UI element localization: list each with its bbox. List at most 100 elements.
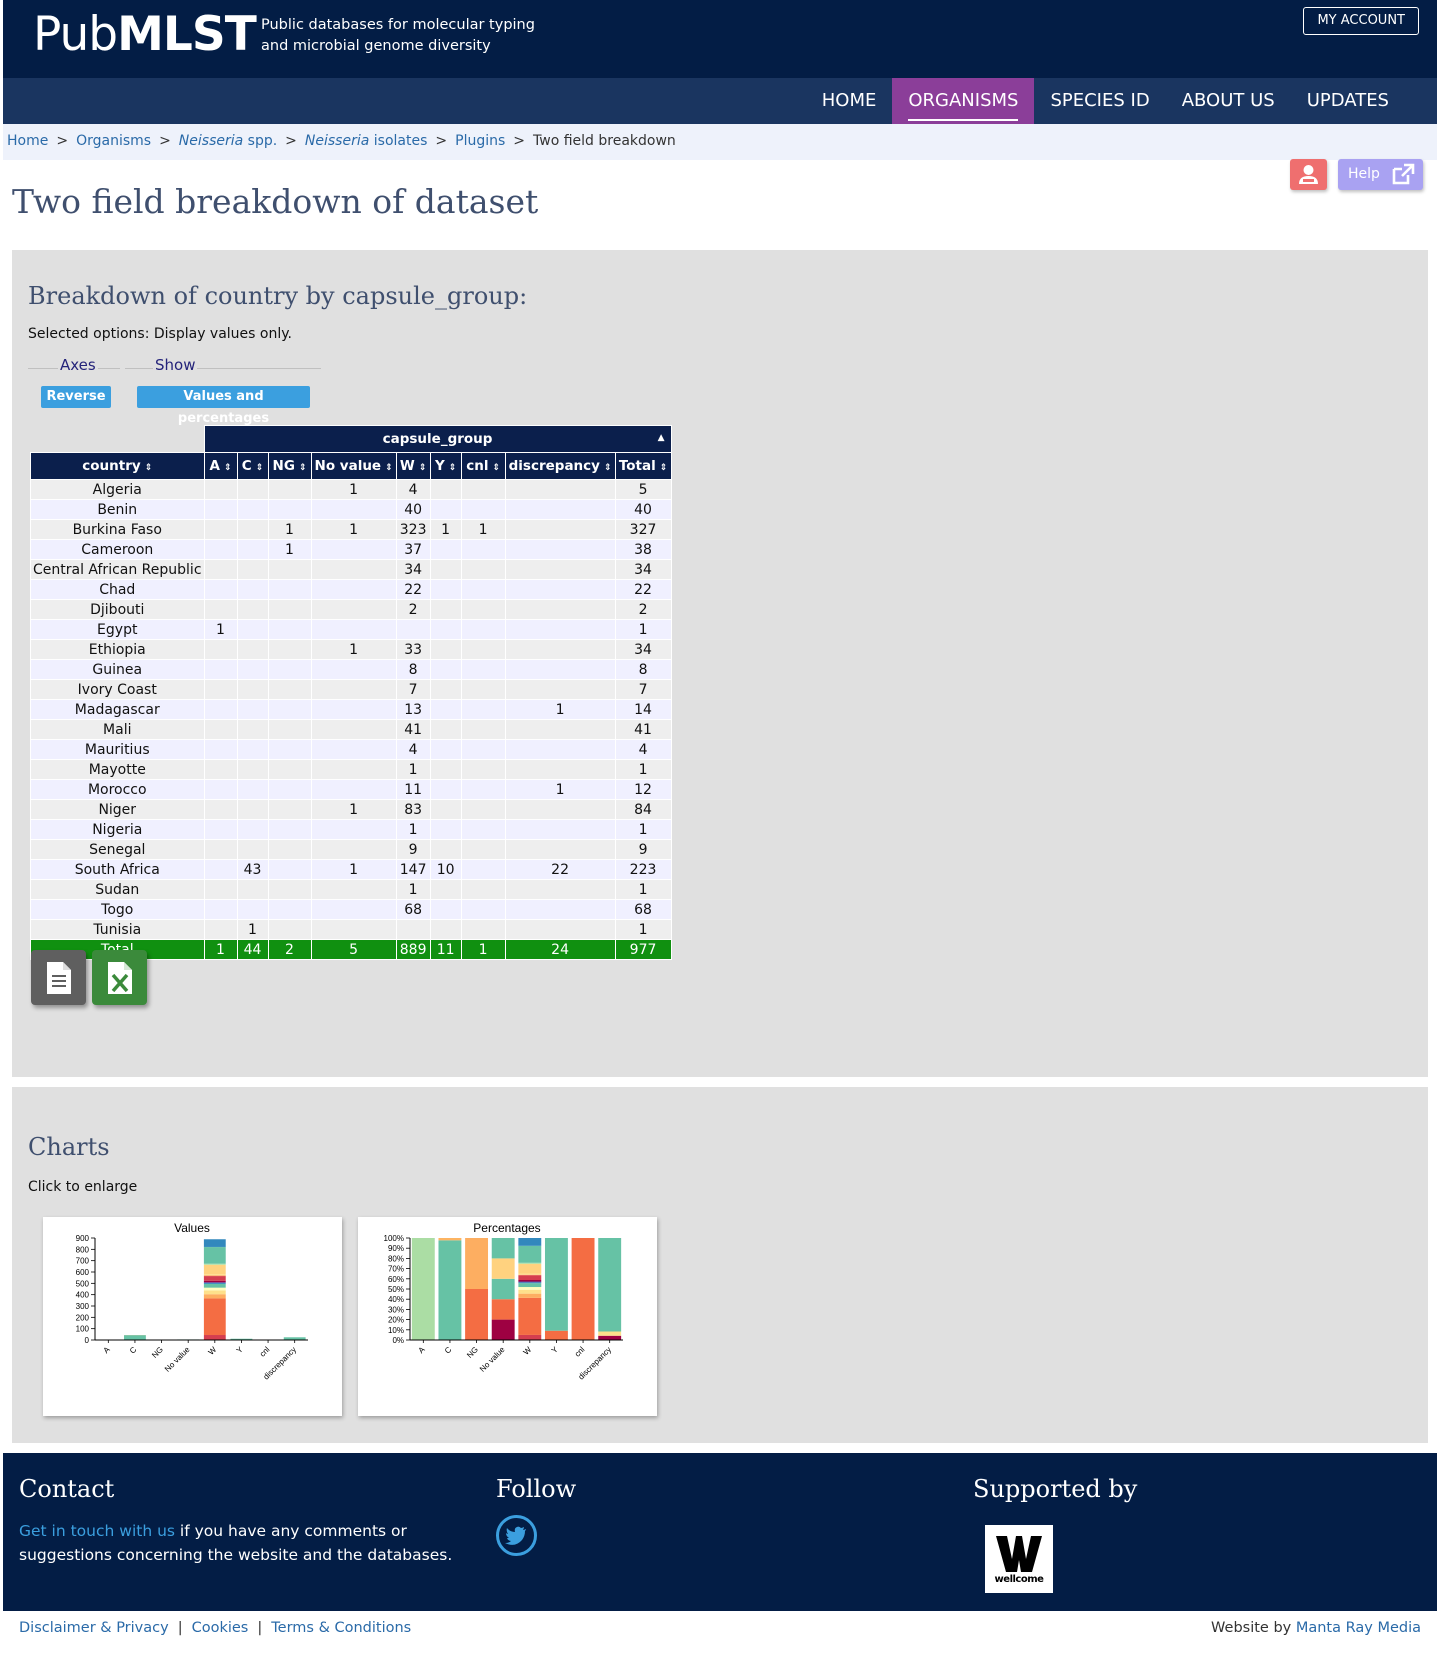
count-cell [236,599,269,620]
count-cell [203,599,238,620]
table-row: Mayotte 1 1 [30,759,672,780]
user-button[interactable] [1290,159,1327,190]
count-cell [504,879,616,900]
count-cell [203,739,238,760]
y-tick-label: 40% [388,1295,404,1304]
count-cell [429,879,462,900]
count-cell [310,879,397,900]
breadcrumb-home[interactable]: Home [7,133,48,149]
count-cell [460,699,506,720]
count-cell: 84 [614,799,672,820]
column-header-no-value[interactable]: No value ⇕ [310,452,397,480]
column-header-cnl[interactable]: cnl ⇕ [460,452,506,480]
count-cell [395,919,431,940]
count-cell [236,559,269,580]
column-header-total[interactable]: Total ⇕ [614,452,672,480]
wellcome-logo[interactable]: wellcome [985,1525,1053,1593]
column-header-ng[interactable]: NG ⇕ [267,452,312,480]
bar-segment [598,1331,622,1336]
y-tick-label: 20% [388,1316,404,1325]
count-cell [267,879,312,900]
bar-segment [491,1319,515,1340]
disclaimer-link[interactable]: Disclaimer & Privacy [19,1620,169,1636]
column-header-a[interactable]: A ⇕ [203,452,238,480]
capsule-group-header[interactable]: capsule_group ▲︎ [203,425,672,453]
count-cell [267,619,312,640]
count-cell [504,599,616,620]
count-cell: 1 [614,619,672,640]
nav-species-id[interactable]: SPECIES ID [1034,78,1165,124]
count-cell [429,739,462,760]
country-cell: Ivory Coast [30,679,205,700]
nav-updates[interactable]: UPDATES [1291,78,1405,124]
bar-segment [598,1335,622,1340]
breadcrumb-current: Two field breakdown [533,133,676,149]
terms-link[interactable]: Terms & Conditions [271,1620,411,1636]
table-row: Egypt 1 1 [30,619,672,640]
count-cell: 4 [395,739,431,760]
breadcrumb-species[interactable]: Neisseria spp. [179,133,277,149]
count-cell: 1 [429,519,462,540]
country-cell: Burkina Faso [30,519,205,540]
nav-organisms[interactable]: ORGANISMS [892,78,1035,124]
export-text-button[interactable] [31,950,86,1005]
count-cell [236,759,269,780]
column-header-w[interactable]: W ⇕ [395,452,431,480]
count-cell [429,659,462,680]
breadcrumb-isolates[interactable]: Neisseria isolates [305,133,427,149]
count-cell: 22 [395,579,431,600]
count-cell [310,779,397,800]
count-cell: 34 [395,559,431,580]
column-header-country[interactable]: country ⇕ [30,452,205,480]
count-cell [236,639,269,660]
sort-icon: ⇕ [448,463,457,473]
manta-ray-link[interactable]: Manta Ray Media [1296,1620,1421,1636]
nav-about-us[interactable]: ABOUT US [1166,78,1291,124]
country-cell: Benin [30,499,205,520]
table-row: Benin 40 40 [30,499,672,520]
count-cell: 4 [614,739,672,760]
contact-link[interactable]: Get in touch with us [19,1522,175,1540]
table-row: Tunisia 1 1 [30,919,672,940]
table-row: Chad 22 22 [30,579,672,600]
country-cell: Cameroon [30,539,205,560]
bar-segment [124,1335,146,1340]
bar-segment [203,1247,226,1264]
country-cell: Egypt [30,619,205,640]
cookies-link[interactable]: Cookies [192,1620,249,1636]
count-cell: 1 [267,519,312,540]
column-header-discrepancy[interactable]: discrepancy ⇕ [504,452,616,480]
x-tick-label: A [417,1345,428,1356]
breadcrumb-organisms[interactable]: Organisms [76,133,151,149]
percentages-chart-card[interactable]: Percentages 0% 10% 20% 30% 40% 50% 60% 70% 80% 90%… [358,1217,657,1416]
nav-home[interactable]: HOME [806,78,893,124]
bar-segment [518,1293,542,1298]
count-cell: 1 [203,619,238,640]
count-cell [203,699,238,720]
count-cell [267,639,312,660]
count-cell: 68 [395,899,431,920]
country-cell: Central African Republic [30,559,205,580]
export-excel-button[interactable] [92,950,147,1005]
count-cell [429,559,462,580]
breadcrumb-plugins[interactable]: Plugins [455,133,505,149]
count-cell [460,819,506,840]
count-cell [203,679,238,700]
count-cell: 1 [460,519,506,540]
bar-segment [544,1330,568,1340]
column-header-c[interactable]: C ⇕ [236,452,269,480]
column-header-y[interactable]: Y ⇕ [429,452,462,480]
total-cell: 2 [267,939,312,960]
count-cell: 33 [395,639,431,660]
twitter-icon[interactable] [496,1515,537,1556]
count-cell [203,539,238,560]
pubmlst-logo[interactable]: PubMLST [33,7,257,62]
my-account-button[interactable]: MY ACCOUNT [1303,7,1419,35]
help-button[interactable]: Help [1338,159,1423,190]
total-cell: 5 [310,939,397,960]
values-and-percentages-button[interactable]: Values and percentages [137,386,310,426]
reverse-axes-button[interactable]: Reverse [41,386,111,408]
bar-segment [491,1278,515,1300]
values-chart-card[interactable]: Values 0 100 200 300 400 500 600 700 800 900 A C NG No… [43,1217,342,1416]
count-cell [267,599,312,620]
